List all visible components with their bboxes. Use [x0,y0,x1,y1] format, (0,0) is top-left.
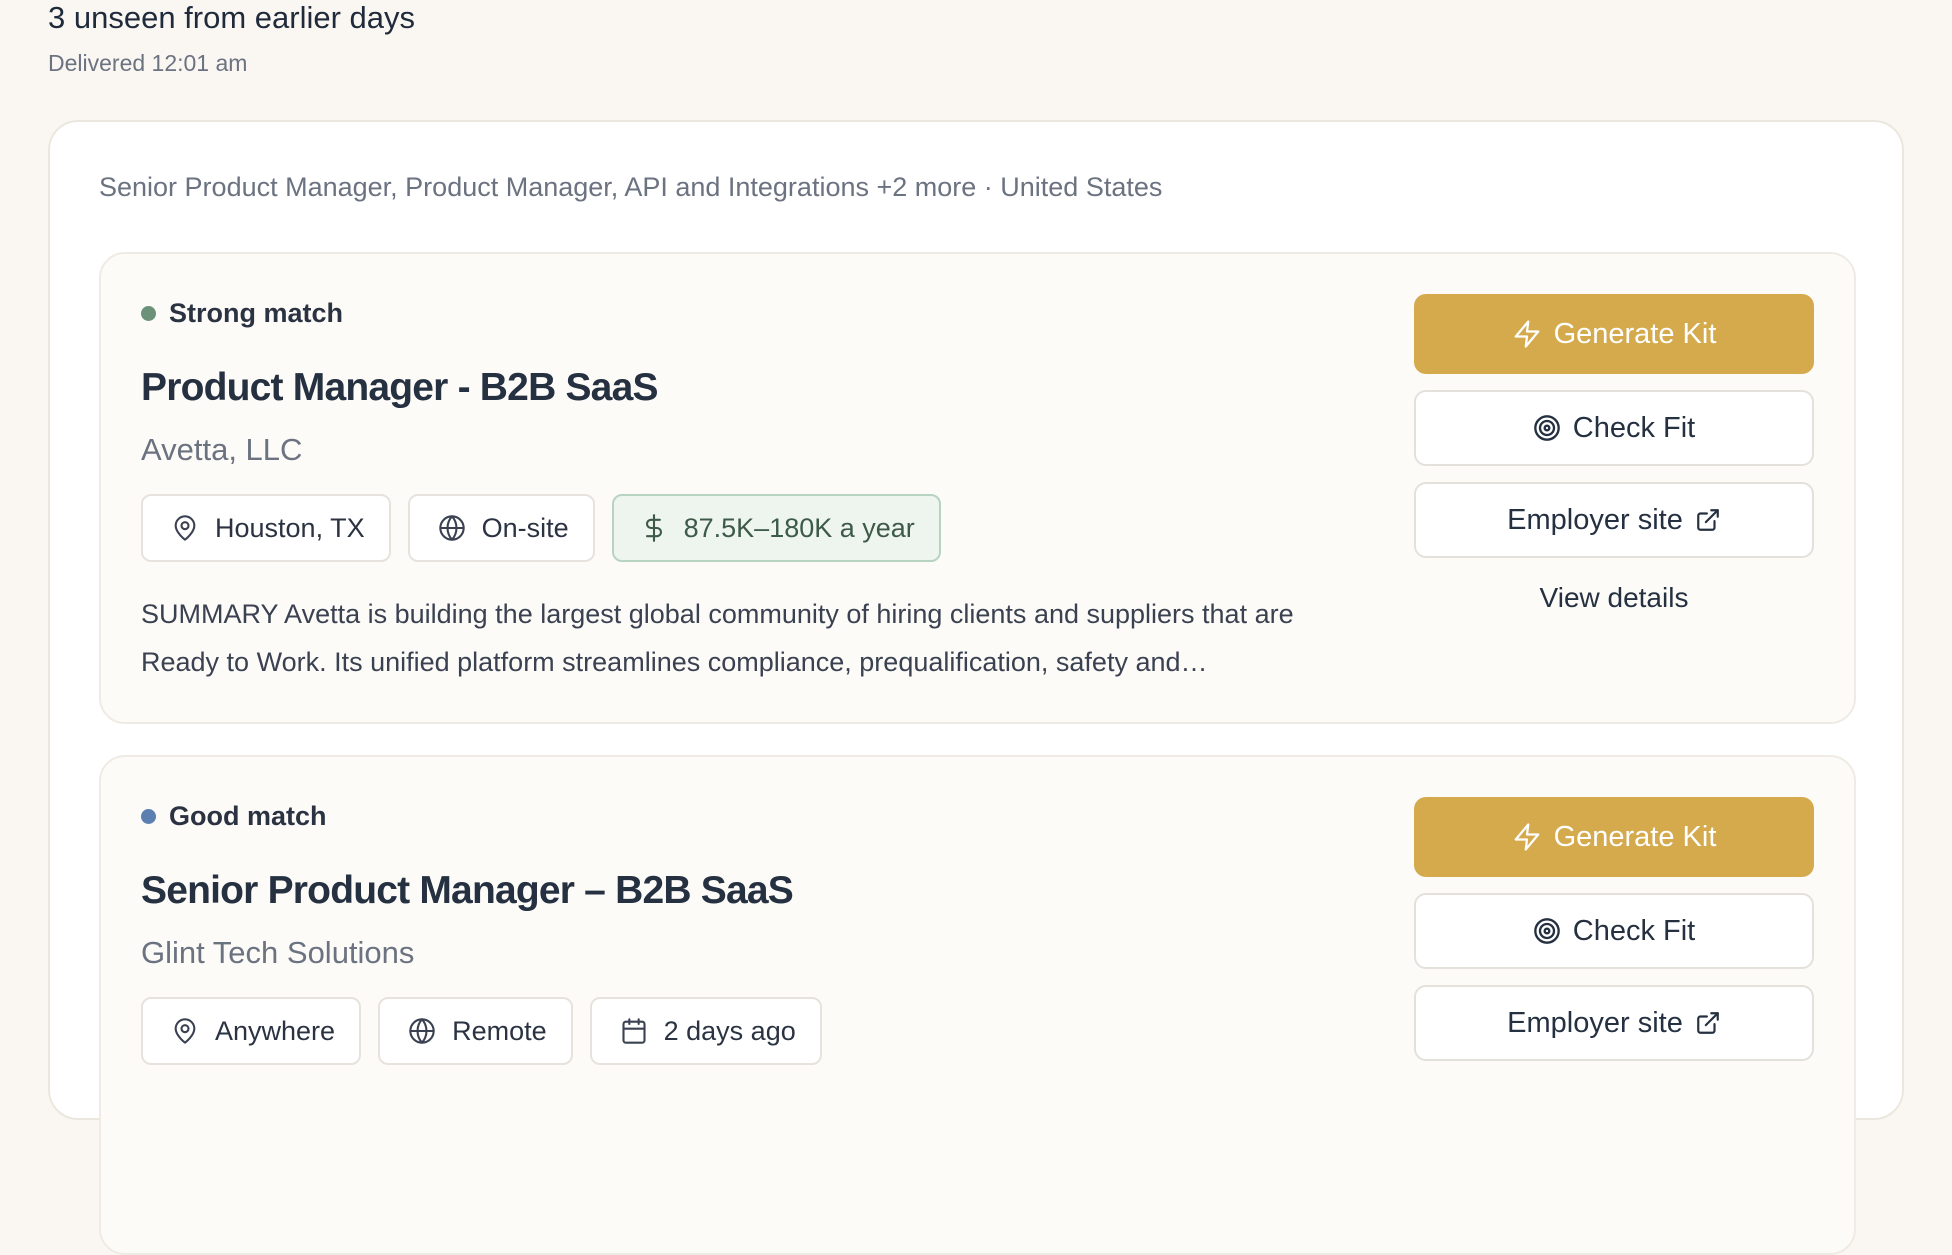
globe-icon [438,515,465,541]
map-pin-icon [174,515,196,541]
salary-text: 87.5K–180K a year [683,512,915,543]
map-pin-icon [174,1018,196,1044]
company-name: Glint Tech Solutions [141,935,415,970]
job-card: Good match Senior Product Manager – B2B … [99,755,1856,1255]
job-actions: Generate Kit Check Fit Employer site Vie… [1414,294,1814,614]
location-chip: Houston, TX [141,494,391,562]
work-mode-chip: Remote [378,997,573,1065]
match-indicator: Strong match [141,298,343,329]
globe-icon [409,1018,435,1044]
work-mode-text: On-site [481,512,569,543]
posted-date-text: 2 days ago [663,1015,796,1046]
match-label: Good match [169,801,327,831]
location-text: Anywhere [215,1015,336,1046]
work-mode-chip: On-site [407,494,595,562]
dollar-icon [645,514,662,542]
external-link-icon [1696,1012,1719,1034]
digest-title: 3 unseen from earlier days [48,0,416,35]
check-fit-label: Check Fit [1572,411,1696,444]
generate-kit-label: Generate Kit [1553,317,1717,350]
employer-site-label: Employer site [1507,1006,1683,1039]
job-title: Senior Product Manager – B2B SaaS [141,869,794,912]
view-details-link[interactable]: View details [1414,582,1814,614]
salary-chip: 87.5K–180K a year [611,494,941,562]
job-chips: Houston, TX On-site 87.5K–180K a year [141,494,958,562]
company-name: Avetta, LLC [141,432,303,467]
delivered-time: Delivered 12:01 am [48,50,248,76]
check-fit-button[interactable]: Check Fit [1414,390,1814,466]
target-icon [1533,918,1560,944]
employer-site-label: Employer site [1507,503,1683,536]
match-label: Strong match [169,298,344,328]
job-chips: Anywhere Remote 2 days ago [141,997,839,1065]
location-chip: Anywhere [141,997,362,1065]
work-mode-text: Remote [452,1015,547,1046]
job-summary: SUMMARY Avetta is building the largest g… [141,599,1294,677]
lightning-icon [1514,320,1539,348]
match-dot [141,809,156,824]
generate-kit-button[interactable]: Generate Kit [1414,294,1814,374]
search-query: Senior Product Manager, Product Manager,… [99,172,1163,202]
job-actions: Generate Kit Check Fit Employer site [1414,797,1814,1077]
location-text: Houston, TX [215,512,365,543]
check-fit-label: Check Fit [1572,914,1696,947]
check-fit-button[interactable]: Check Fit [1414,893,1814,969]
posted-date-chip: 2 days ago [589,997,822,1065]
employer-site-button[interactable]: Employer site [1414,482,1814,558]
generate-kit-label: Generate Kit [1553,820,1717,853]
match-dot [141,306,156,321]
target-icon [1533,415,1560,441]
calendar-icon [622,1018,646,1044]
job-card: Strong match Product Manager - B2B SaaS … [99,252,1856,724]
external-link-icon [1696,509,1719,531]
lightning-icon [1514,823,1539,851]
digest-header: 3 unseen from earlier days Delivered 12:… [48,0,415,77]
generate-kit-button[interactable]: Generate Kit [1414,797,1814,877]
match-indicator: Good match [141,801,327,832]
job-title: Product Manager - B2B SaaS [141,366,658,409]
digest-panel: Senior Product Manager, Product Manager,… [48,120,1904,1255]
